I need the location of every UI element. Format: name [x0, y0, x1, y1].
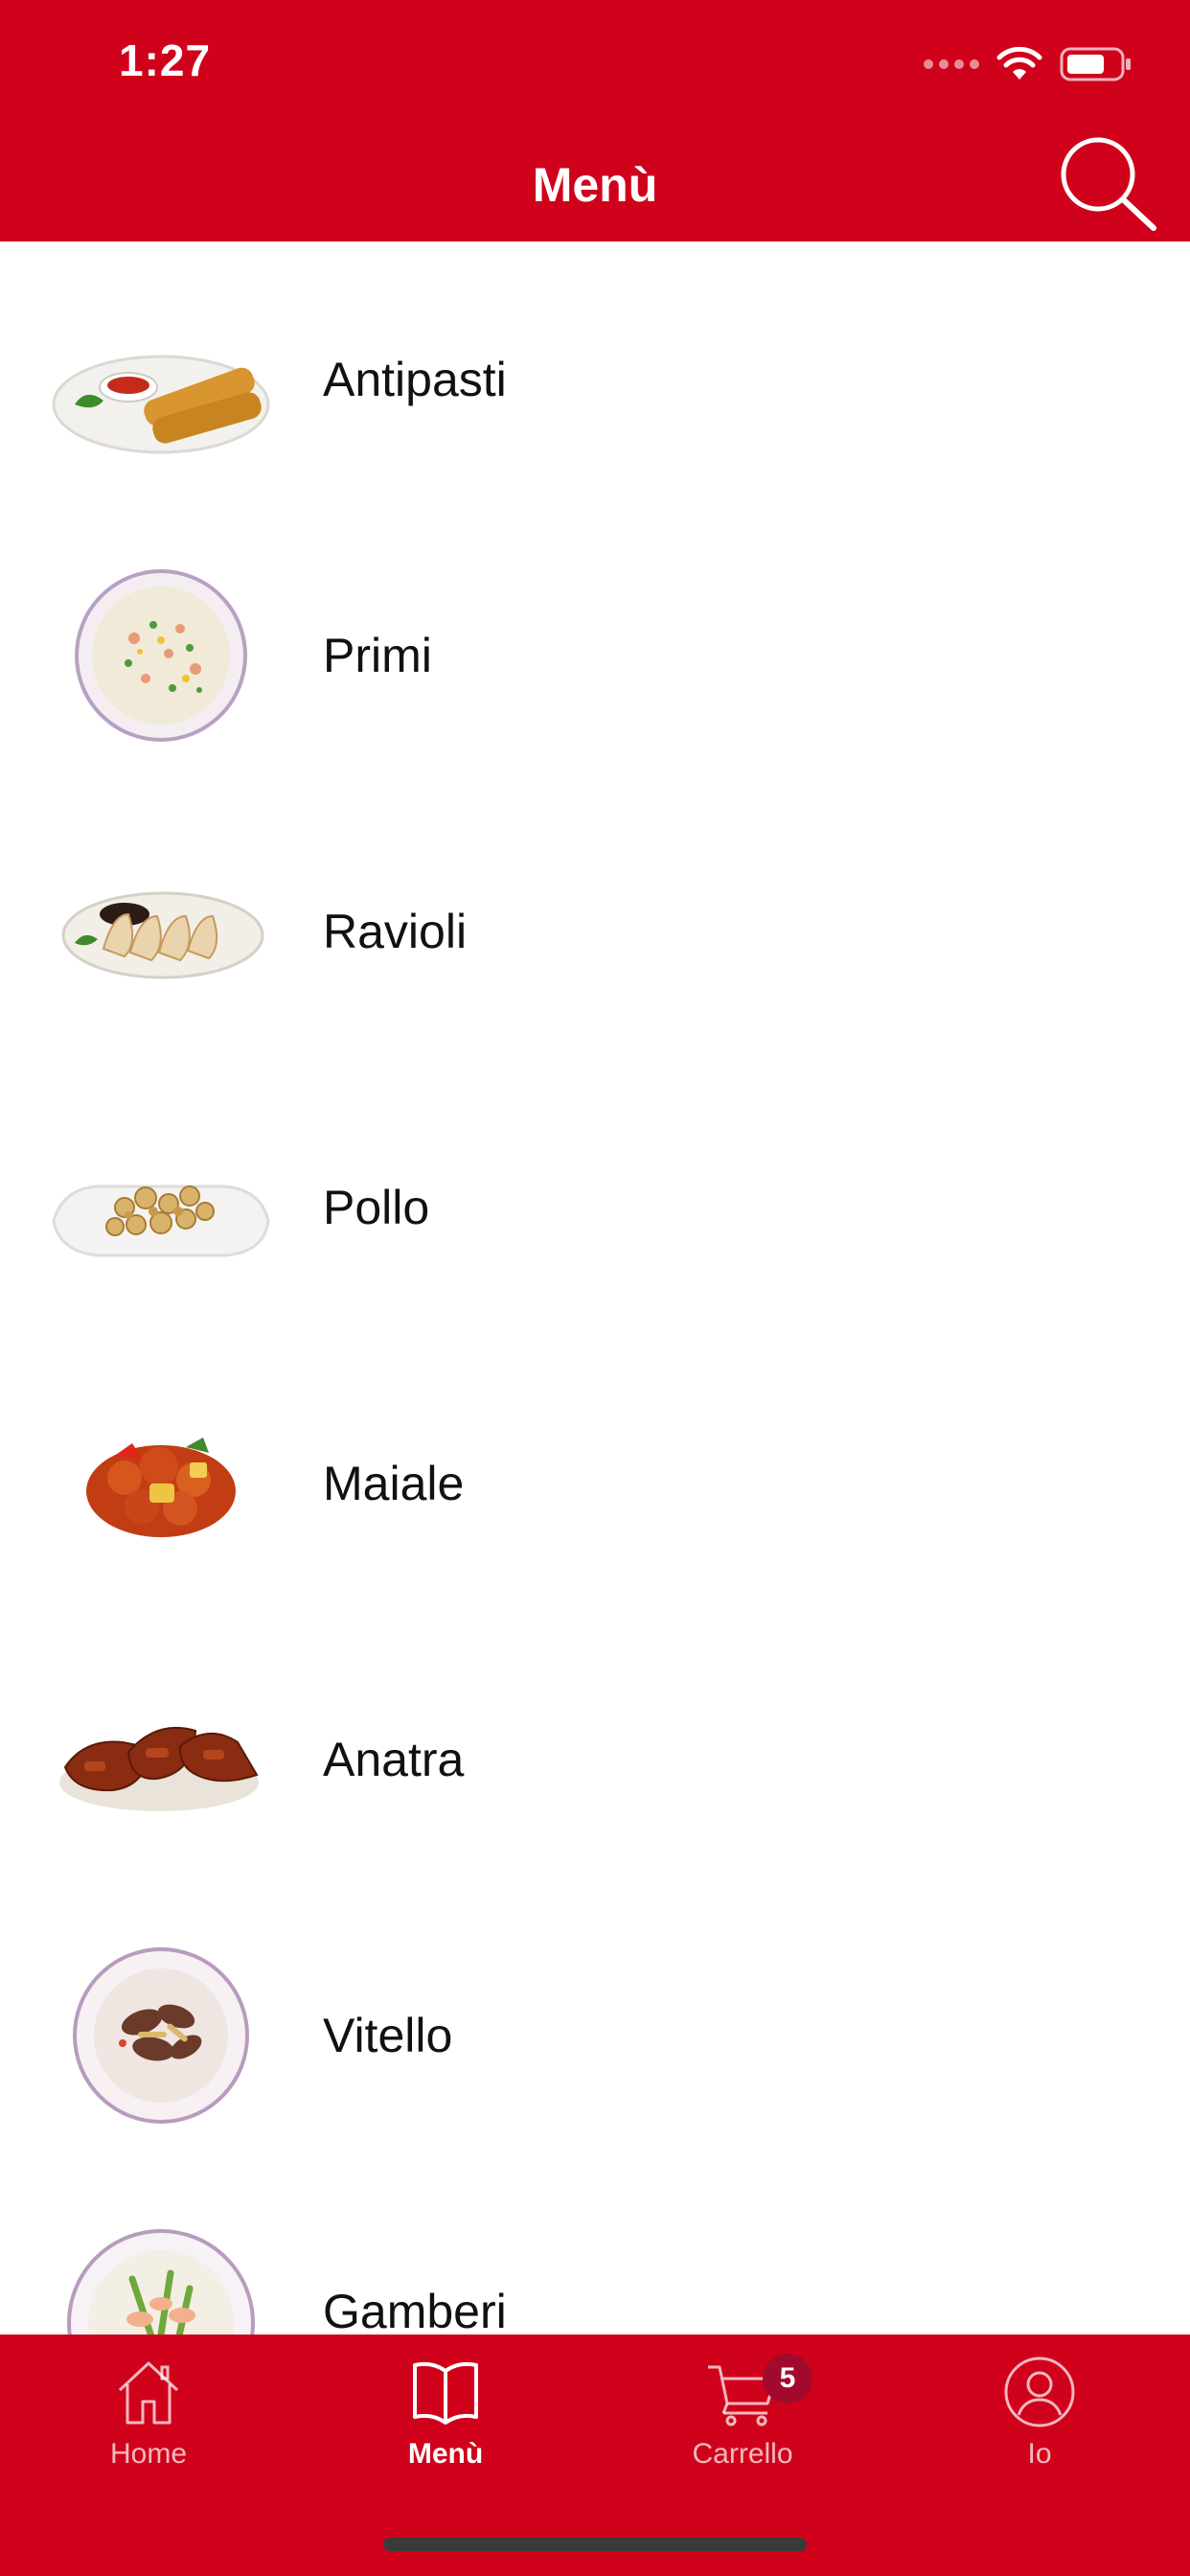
category-label: Vitello — [323, 2009, 453, 2062]
chicken-dish-icon — [46, 1108, 276, 1307]
category-label: Primi — [323, 629, 432, 682]
category-list: Antipasti Primi Ravioli Pollo Maiale Ana… — [0, 242, 1190, 2334]
page-title: Menù — [532, 158, 658, 212]
category-label: Anatra — [323, 1733, 465, 1786]
fried-rice-plate-icon — [46, 556, 276, 755]
category-label: Ravioli — [323, 905, 468, 958]
spring-rolls-dish-icon — [46, 280, 276, 479]
tab-label: Io — [1027, 2438, 1052, 2470]
category-item-pollo[interactable]: Pollo — [0, 1070, 1190, 1346]
shrimp-plate-icon — [46, 2212, 276, 2334]
tab-menu[interactable]: Menù — [297, 2354, 594, 2497]
search-button[interactable] — [1054, 130, 1161, 238]
tab-home[interactable]: Home — [0, 2354, 297, 2497]
category-label: Antipasti — [323, 353, 507, 406]
sweet-sour-pork-icon — [46, 1384, 276, 1583]
category-item-anatra[interactable]: Anatra — [0, 1622, 1190, 1898]
home-icon — [118, 2361, 179, 2425]
category-item-primi[interactable]: Primi — [0, 518, 1190, 794]
wifi-icon — [996, 47, 1042, 80]
category-item-vitello[interactable]: Vitello — [0, 1898, 1190, 2174]
battery-icon — [1060, 47, 1131, 81]
cellular-signal-icon — [924, 59, 979, 69]
category-item-antipasti[interactable]: Antipasti — [0, 242, 1190, 518]
header-bar: 1:27 Menù — [0, 0, 1190, 242]
status-icons — [924, 42, 1133, 86]
tab-label: Home — [109, 2438, 188, 2470]
tab-profile[interactable]: Io — [891, 2354, 1188, 2497]
category-label: Maiale — [323, 1457, 465, 1510]
tab-label: Menù — [407, 2438, 484, 2470]
dumplings-dish-icon — [46, 832, 276, 1031]
cart-count-badge: 5 — [763, 2354, 812, 2404]
search-icon — [1061, 137, 1156, 231]
beef-plate-icon — [46, 1936, 276, 2135]
home-indicator[interactable] — [383, 2538, 807, 2551]
roast-duck-icon — [46, 1660, 276, 1859]
category-label: Pollo — [323, 1181, 430, 1234]
status-time: 1:27 — [119, 35, 212, 85]
category-item-maiale[interactable]: Maiale — [0, 1346, 1190, 1622]
book-icon — [413, 2361, 478, 2425]
category-item-gamberi[interactable]: Gamberi — [0, 2174, 1190, 2334]
category-item-ravioli[interactable]: Ravioli — [0, 794, 1190, 1070]
user-icon — [1004, 2357, 1075, 2427]
menu-screen: 1:27 Menù Antipasti Primi Ravioli Pollo … — [0, 0, 1190, 2576]
tab-cart[interactable]: Carrello 5 — [594, 2354, 891, 2497]
category-label: Gamberi — [323, 2285, 507, 2334]
tab-label: Carrello — [692, 2438, 793, 2470]
